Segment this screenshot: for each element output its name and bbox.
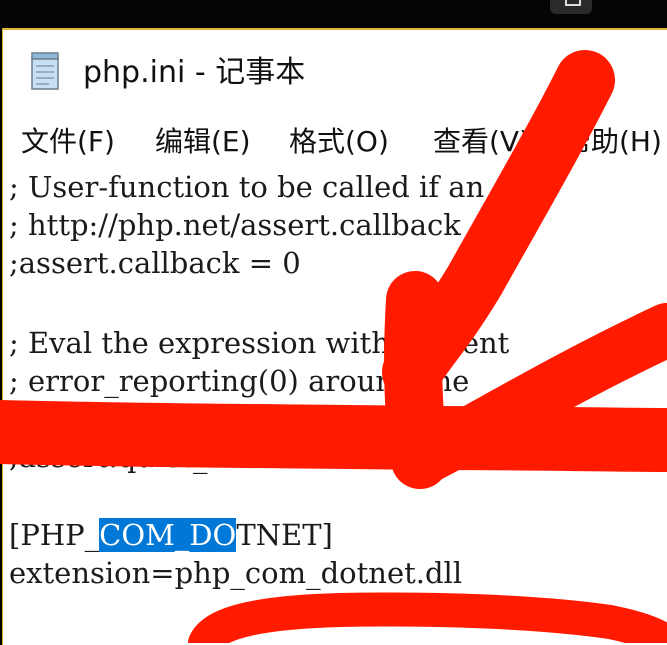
text-line: ; error_reporting(0) around the <box>9 364 470 398</box>
selected-text: COM_DO <box>99 518 237 552</box>
notepad-icon <box>31 52 59 90</box>
tray-icon <box>565 0 581 6</box>
notepad-window: php.ini - 记事本 文件(F) 编辑(E) 格式(O) 查看(V) 帮助… <box>2 28 667 645</box>
title-bar[interactable]: php.ini - 记事本 <box>3 30 667 116</box>
menu-file[interactable]: 文件(F) <box>21 122 115 162</box>
text-line: ;assert.callback = 0 <box>9 246 301 280</box>
section-header-line: [PHP_COM_DOTNET] <box>9 516 333 554</box>
menu-view[interactable]: 查看(V) <box>433 122 530 162</box>
text-line: ; http://php.net/assert.callback <box>9 208 461 242</box>
text-line: extension=php_com_dotnet.dll <box>9 556 463 590</box>
text-line: ; Eval the expression with current <box>9 326 510 360</box>
text-line: ;assert.quiet_eval = 0 <box>9 440 329 474</box>
text-line: ; User-function to be called if an <box>9 170 485 204</box>
menu-help[interactable]: 帮助(H) <box>563 122 662 162</box>
section-header-start: [PHP_ <box>9 518 100 552</box>
section-header-end: TNET] <box>236 518 333 552</box>
menu-edit[interactable]: 编辑(E) <box>155 122 251 162</box>
window-title: php.ini - 记事本 <box>83 55 306 90</box>
text-editor[interactable]: ; User-function to be called if an ; htt… <box>3 168 667 645</box>
menu-format[interactable]: 格式(O) <box>289 122 389 162</box>
menu-bar: 文件(F) 编辑(E) 格式(O) 查看(V) 帮助(H) <box>3 122 667 162</box>
tray-button[interactable] <box>550 0 592 14</box>
